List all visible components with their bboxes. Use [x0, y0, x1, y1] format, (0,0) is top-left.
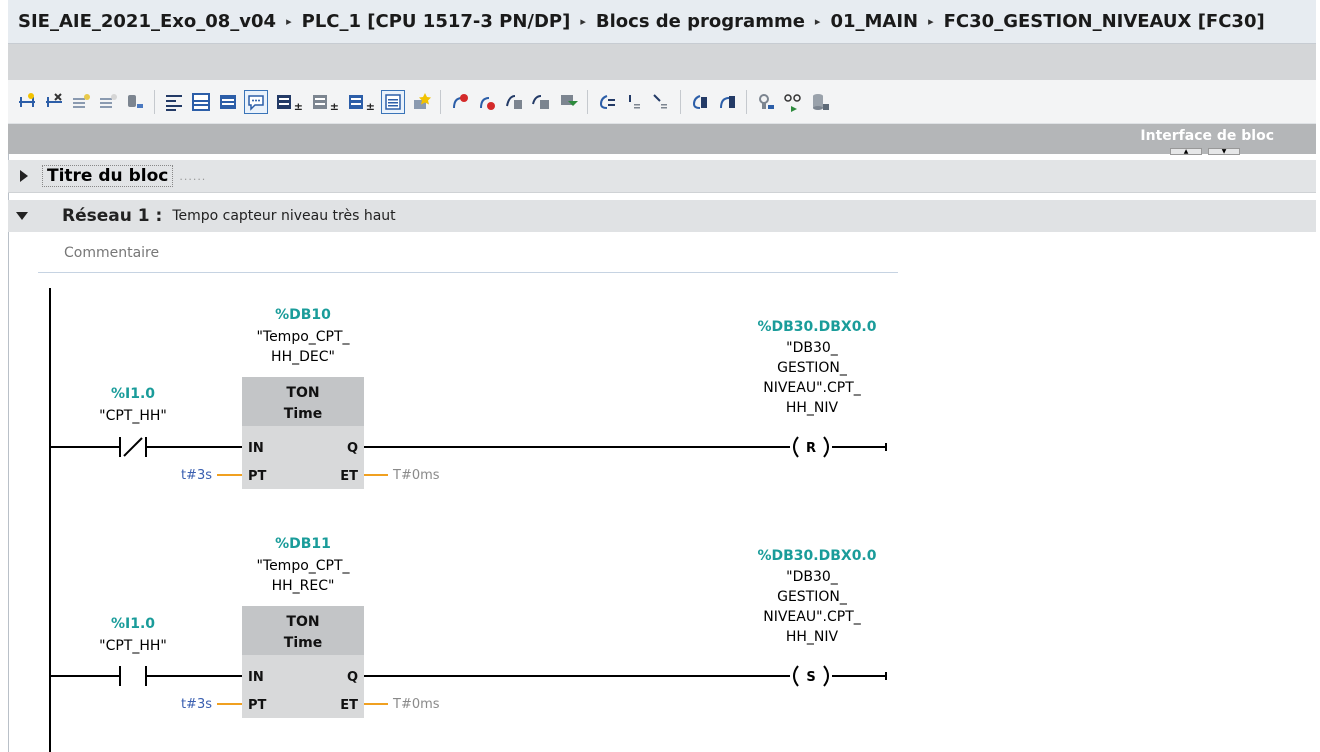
timer-pin-in: IN: [248, 670, 264, 685]
coil-address: %DB30.DBX0.0: [757, 319, 876, 335]
timer-instance-name[interactable]: HH_REC": [272, 578, 335, 594]
rung-2: %I1.0 "CPT_HH" %DB11 "Tempo_CPT_ HH_REC"…: [50, 536, 887, 718]
ton-timer-box[interactable]: TON Time IN PT Q ET: [242, 606, 364, 718]
timer-pin-q: Q: [347, 441, 358, 456]
contact-address: %I1.0: [111, 386, 155, 402]
timer-pin-q: Q: [347, 670, 358, 685]
coil-tag-line[interactable]: "DB30_: [786, 569, 839, 585]
timer-instance-name[interactable]: "Tempo_CPT_: [256, 558, 350, 574]
timer-pin-et: ET: [340, 698, 358, 713]
timer-subtype[interactable]: Time: [284, 406, 322, 422]
normally-open-contact[interactable]: [119, 666, 147, 686]
timer-pin-pt: PT: [248, 698, 267, 713]
coil-tag-line[interactable]: HH_NIV: [786, 400, 839, 416]
timer-pin-et: ET: [340, 469, 358, 484]
coil-tag-line[interactable]: "DB30_: [786, 340, 839, 356]
timer-pin-in: IN: [248, 441, 264, 456]
pt-parameter-value[interactable]: t#3s: [181, 697, 212, 712]
rung-1: %I1.0 "CPT_HH" %DB10 "Tempo_CPT_ HH_DEC"…: [50, 307, 887, 489]
coil-operation: R: [806, 441, 816, 456]
coil-tag-line[interactable]: HH_NIV: [786, 629, 839, 645]
et-parameter-value[interactable]: T#0ms: [392, 468, 440, 483]
contact-tag[interactable]: "CPT_HH": [99, 638, 167, 654]
coil-tag-line[interactable]: GESTION_: [777, 589, 848, 605]
timer-type: TON: [286, 385, 319, 401]
set-coil[interactable]: S: [793, 665, 829, 687]
timer-instance-name[interactable]: HH_DEC": [271, 349, 335, 365]
timer-pin-pt: PT: [248, 469, 267, 484]
timer-db-address: %DB10: [275, 307, 331, 323]
coil-tag-line[interactable]: NIVEAU".CPT_: [763, 380, 862, 396]
contact-address: %I1.0: [111, 616, 155, 632]
coil-tag-line[interactable]: NIVEAU".CPT_: [763, 609, 862, 625]
timer-db-address: %DB11: [275, 536, 331, 552]
ton-timer-box[interactable]: TON Time IN PT Q ET: [242, 377, 364, 489]
pt-parameter-value[interactable]: t#3s: [181, 468, 212, 483]
coil-address: %DB30.DBX0.0: [757, 548, 876, 564]
ladder-diagram: %I1.0 "CPT_HH" %DB10 "Tempo_CPT_ HH_DEC"…: [49, 288, 887, 752]
timer-instance-name[interactable]: "Tempo_CPT_: [256, 329, 350, 345]
coil-tag-line[interactable]: GESTION_: [777, 360, 848, 376]
timer-subtype[interactable]: Time: [284, 635, 322, 651]
contact-tag[interactable]: "CPT_HH": [99, 408, 167, 424]
timer-type: TON: [286, 614, 319, 630]
reset-coil[interactable]: R: [793, 436, 829, 458]
normally-closed-contact[interactable]: [119, 437, 147, 457]
coil-operation: S: [806, 670, 815, 685]
et-parameter-value[interactable]: T#0ms: [392, 697, 440, 712]
